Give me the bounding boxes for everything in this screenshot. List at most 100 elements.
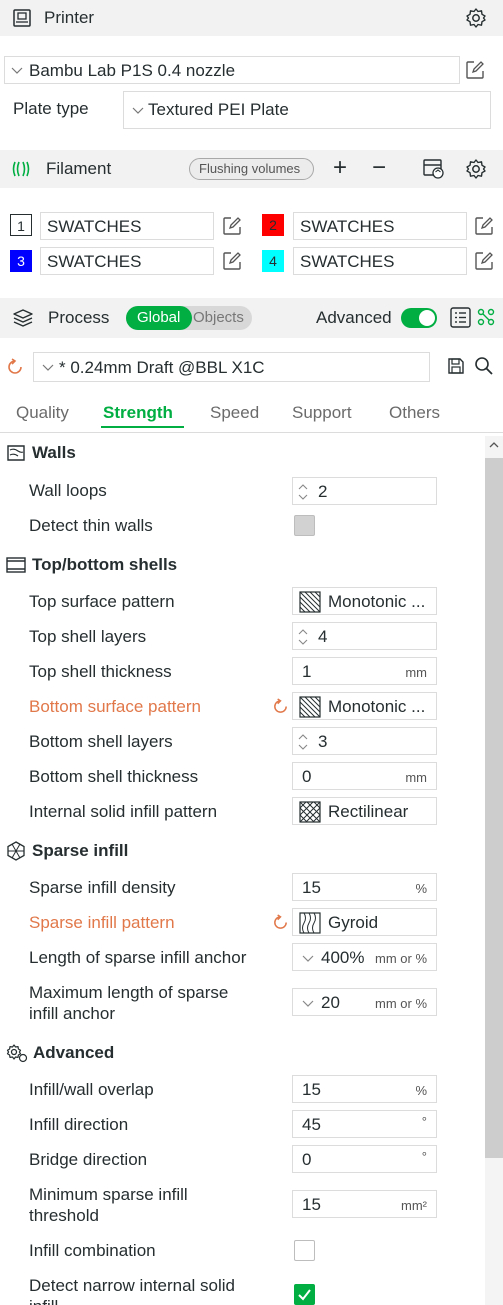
infill-combination-checkbox[interactable] (294, 1240, 315, 1261)
filament-2-number: 2 (262, 214, 284, 236)
top-shell-thickness-unit: mm (405, 665, 427, 680)
section-advanced-title: Advanced (33, 1043, 115, 1062)
bridge-direction-value: 0 (302, 1150, 312, 1169)
min-sparse-threshold-input[interactable]: 15 mm² (292, 1190, 437, 1218)
sparse-infill-pattern-label: Sparse infill pattern (29, 913, 175, 932)
edit-printer-icon[interactable] (465, 60, 485, 80)
process-preset-select[interactable]: * 0.24mm Draft @BBL X1C (33, 352, 430, 382)
detect-thin-walls-checkbox[interactable] (294, 515, 315, 536)
global-tab-button[interactable]: Global (126, 306, 192, 330)
detect-narrow-solid-checkbox[interactable] (294, 1284, 315, 1305)
plate-type-select[interactable]: Textured PEI Plate (123, 91, 491, 129)
filament-4-name: SWATCHES (300, 252, 395, 271)
search-icon[interactable] (474, 356, 494, 376)
tab-strength-underline (101, 426, 184, 428)
infill-direction-label: Infill direction (29, 1115, 129, 1134)
min-sparse-threshold-label-line2: threshold (29, 1206, 99, 1225)
detect-thin-walls-label: Detect thin walls (29, 516, 153, 535)
filament-1-select[interactable]: SWATCHES (40, 212, 214, 240)
tab-others[interactable]: Others (389, 403, 440, 423)
max-sparse-anchor-value: 20 (321, 993, 340, 1012)
top-surface-pattern-select[interactable]: Monotonic ... (292, 587, 437, 615)
add-filament-button[interactable]: + (333, 154, 347, 182)
spinner-arrows-icon[interactable] (297, 626, 309, 648)
bridge-direction-unit: ° (421, 1149, 427, 1164)
sparse-anchor-length-unit: mm or % (375, 951, 427, 966)
tab-divider (0, 432, 503, 433)
printer-title: Printer (44, 8, 95, 27)
infill-direction-unit: ° (421, 1114, 427, 1129)
bottom-shell-thickness-input[interactable]: 0 mm (292, 762, 437, 790)
filament-3-select[interactable]: SWATCHES (40, 247, 214, 275)
sparse-infill-density-input[interactable]: 15 % (292, 873, 437, 901)
flushing-volumes-label: Flushing volumes (199, 161, 301, 176)
tab-quality[interactable]: Quality (16, 403, 69, 423)
bottom-shell-layers-label: Bottom shell layers (29, 732, 173, 751)
remove-filament-button[interactable]: − (372, 154, 386, 182)
filament-title: Filament (46, 159, 112, 178)
top-shell-layers-spinner[interactable]: 4 (292, 622, 437, 650)
tab-speed[interactable]: Speed (210, 403, 259, 423)
filament-settings-gear-icon[interactable] (465, 158, 487, 180)
wall-loops-spinner[interactable]: 2 (292, 477, 437, 505)
min-sparse-threshold-label-line1: Minimum sparse infill (29, 1185, 188, 1204)
infill-wall-overlap-input[interactable]: 15 % (292, 1075, 437, 1103)
compare-presets-icon[interactable] (477, 308, 495, 326)
sparse-infill-density-value: 15 (302, 878, 321, 897)
reset-preset-icon[interactable] (6, 358, 24, 376)
sparse-anchor-length-value: 400% (321, 948, 365, 967)
max-sparse-anchor-combo[interactable]: 20 mm or % (292, 988, 437, 1016)
sparse-infill-density-unit: % (415, 881, 427, 896)
bottom-surface-pattern-label: Bottom surface pattern (29, 697, 201, 716)
edit-filament-3-icon[interactable] (222, 251, 242, 271)
edit-filament-4-icon[interactable] (474, 251, 494, 271)
tab-strength[interactable]: Strength (103, 403, 173, 423)
edit-filament-2-icon[interactable] (474, 216, 494, 236)
bottom-surface-pattern-select[interactable]: Monotonic ... (292, 692, 437, 720)
infill-direction-value: 45 (302, 1115, 321, 1134)
advanced-toggle[interactable] (401, 308, 437, 328)
chevron-down-icon (132, 107, 144, 114)
sparse-infill-icon (7, 841, 25, 861)
infill-wall-overlap-value: 15 (302, 1080, 321, 1099)
top-shell-thickness-label: Top shell thickness (29, 662, 172, 681)
printer-select[interactable]: Bambu Lab P1S 0.4 nozzle (4, 56, 460, 84)
bottom-shell-layers-spinner[interactable]: 3 (292, 727, 437, 755)
gyroid-pattern-icon (299, 912, 321, 934)
filament-sync-icon[interactable] (423, 159, 445, 180)
flushing-volumes-button[interactable]: Flushing volumes (189, 158, 314, 180)
filament-header: Filament Flushing volumes + − (0, 150, 503, 188)
scroll-up-arrow-icon[interactable] (488, 440, 500, 450)
max-sparse-anchor-label-line1: Maximum length of sparse (29, 983, 229, 1002)
reset-bottom-pattern-icon[interactable] (272, 698, 289, 715)
internal-solid-infill-pattern-select[interactable]: Rectilinear (292, 797, 437, 825)
reset-sparse-pattern-icon[interactable] (272, 914, 289, 931)
top-surface-pattern-label: Top surface pattern (29, 592, 175, 611)
infill-direction-input[interactable]: 45 ° (292, 1110, 437, 1138)
tab-support[interactable]: Support (292, 403, 352, 423)
top-shell-thickness-input[interactable]: 1 mm (292, 657, 437, 685)
objects-label[interactable]: Objects (193, 309, 244, 326)
list-view-icon[interactable] (450, 307, 471, 328)
filament-4-select[interactable]: SWATCHES (293, 247, 467, 275)
printer-settings-gear-icon[interactable] (465, 7, 487, 29)
spinner-arrows-icon[interactable] (297, 481, 309, 503)
monotonic-pattern-icon (299, 591, 321, 613)
filament-3-number: 3 (10, 250, 32, 272)
filament-icon (12, 161, 30, 177)
filament-2-select[interactable]: SWATCHES (293, 212, 467, 240)
global-objects-switch[interactable]: Global Objects (126, 306, 252, 330)
sparse-anchor-length-combo[interactable]: 400% mm or % (292, 943, 437, 971)
sparse-infill-pattern-select[interactable]: Gyroid (292, 908, 437, 936)
section-walls-title: Walls (32, 443, 76, 462)
spinner-arrows-icon[interactable] (297, 731, 309, 753)
scrollbar-thumb[interactable] (485, 458, 503, 1158)
chevron-down-icon (42, 364, 54, 371)
advanced-gears-icon (6, 1044, 28, 1063)
save-preset-icon[interactable] (447, 357, 465, 375)
bridge-direction-input[interactable]: 0 ° (292, 1145, 437, 1173)
filament-2-name: SWATCHES (300, 217, 395, 236)
section-sparse-infill-title: Sparse infill (32, 841, 129, 860)
internal-solid-infill-pattern-label: Internal solid infill pattern (29, 802, 218, 821)
edit-filament-1-icon[interactable] (222, 216, 242, 236)
